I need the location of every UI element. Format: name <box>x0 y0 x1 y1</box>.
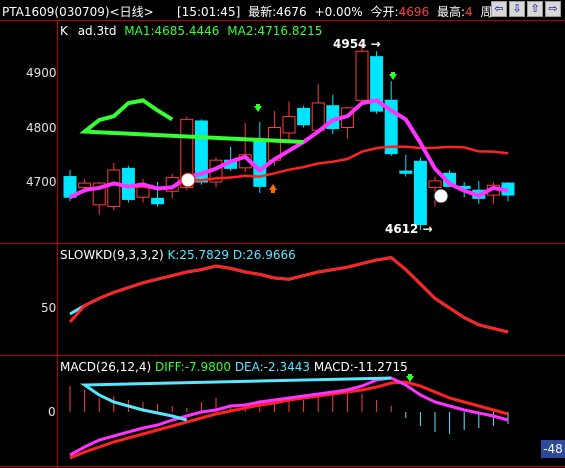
candle-up <box>282 116 296 134</box>
candle-down <box>151 197 165 205</box>
high-marker-arrow: → <box>366 37 381 51</box>
low-marker-text: 4612 <box>385 222 419 236</box>
candle-up <box>355 50 369 101</box>
smile-face-icon <box>180 172 196 188</box>
low-marker: 4612 → <box>385 222 433 236</box>
sell-arrow-icon <box>254 104 262 112</box>
candle-down <box>253 138 267 187</box>
candle-down <box>399 170 413 174</box>
macd-dea-line <box>69 380 509 460</box>
kd-k-line <box>68 256 509 334</box>
candle-down <box>413 160 427 226</box>
low-marker-arrow: → <box>418 222 433 236</box>
high-marker-text: 4954 <box>333 37 367 51</box>
kline-chart[interactable] <box>0 0 565 468</box>
value-badge: -48 <box>541 440 565 458</box>
macd-diff-line <box>69 376 509 457</box>
sell-arrow-icon <box>389 72 397 80</box>
candle-up <box>107 169 121 208</box>
candle-down <box>297 107 311 126</box>
candle-up <box>428 180 442 188</box>
macd-diff-tail-line <box>79 376 392 422</box>
macd-sell-arrow-icon <box>406 374 414 382</box>
high-marker: 4954 → <box>333 37 381 51</box>
candle-up <box>78 182 92 188</box>
kd-d-line <box>69 256 509 334</box>
buy-arrow-icon <box>269 184 277 193</box>
frown-face-icon <box>433 188 449 204</box>
